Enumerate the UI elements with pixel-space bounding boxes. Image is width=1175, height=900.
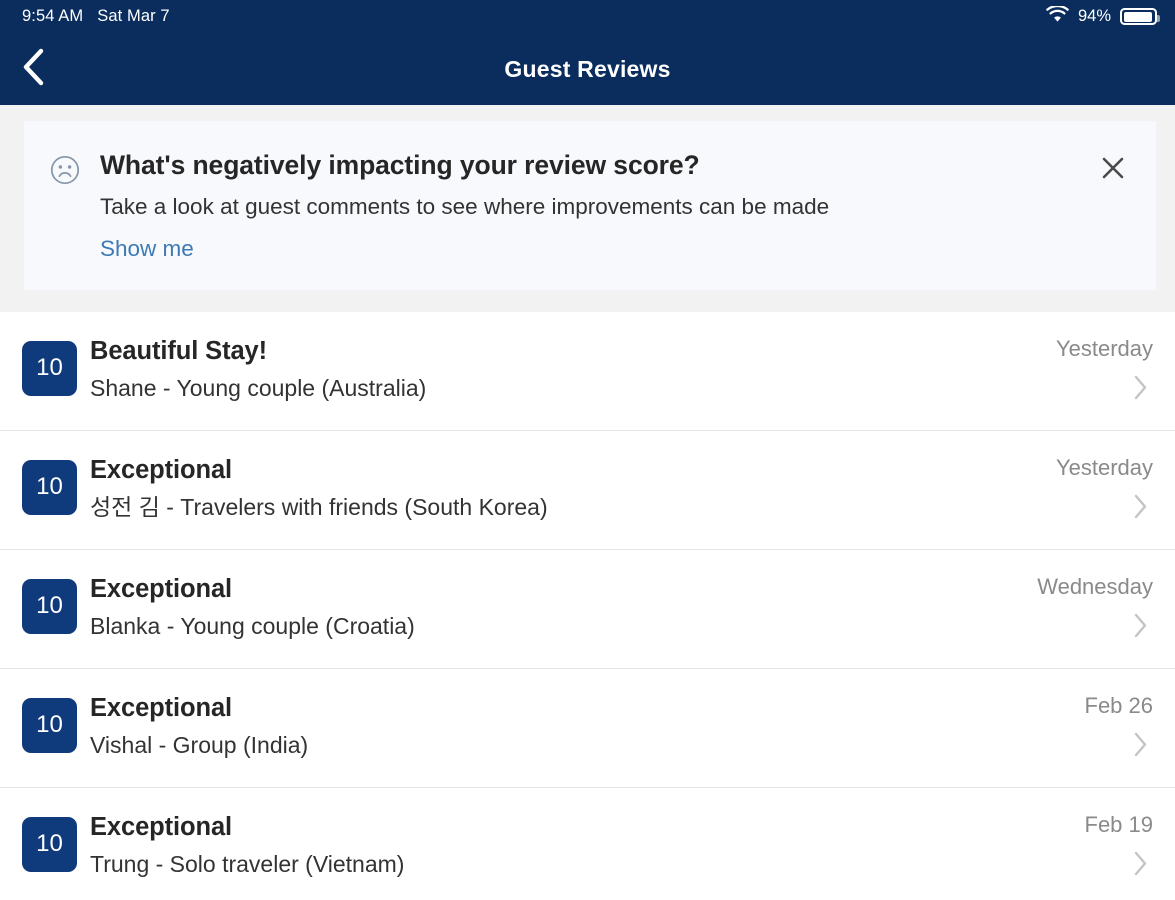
score-badge: 10 — [22, 816, 77, 872]
banner-description: Take a look at guest comments to see whe… — [100, 194, 830, 220]
review-subtitle: Blanka - Young couple (Croatia) — [90, 613, 415, 640]
wifi-icon — [1046, 4, 1069, 28]
show-me-link[interactable]: Show me — [100, 234, 194, 263]
review-date: Feb 26 — [1084, 692, 1154, 718]
chevron-right-icon[interactable] — [1133, 374, 1149, 406]
review-subtitle: 성전 김 - Travelers with friends (South Kor… — [90, 494, 548, 521]
close-icon — [1099, 154, 1127, 187]
status-bar-right: 94% — [1046, 4, 1160, 28]
nav-bar: Guest Reviews — [0, 33, 1175, 105]
back-button[interactable] — [20, 47, 64, 91]
review-title: Beautiful Stay! — [90, 336, 268, 365]
review-row[interactable]: 10 Exceptional Trung - Solo traveler (Vi… — [0, 787, 1175, 900]
review-main: Exceptional Vishal - Group (India) — [77, 690, 1071, 762]
chevron-right-icon[interactable] — [1133, 493, 1149, 525]
review-meta: Yesterday — [1056, 452, 1153, 525]
chevron-left-icon — [20, 47, 46, 92]
sad-face-icon — [50, 155, 80, 190]
review-date: Yesterday — [1055, 454, 1153, 480]
review-main: Exceptional 성전 김 - Travelers with friend… — [77, 452, 1042, 524]
review-row[interactable]: 10 Beautiful Stay! Shane - Young couple … — [0, 311, 1175, 431]
review-meta: Yesterday — [1056, 333, 1153, 406]
review-date: Feb 19 — [1084, 811, 1154, 837]
review-meta: Wednesday — [1037, 571, 1153, 644]
review-main: Exceptional Blanka - Young couple (Croat… — [77, 571, 1023, 643]
banner-wrapper: What's negatively impacting your review … — [0, 105, 1175, 290]
score-badge: 10 — [22, 697, 77, 753]
score-badge: 10 — [22, 340, 77, 396]
banner-body: What's negatively impacting your review … — [100, 149, 1084, 264]
review-row[interactable]: 10 Exceptional Blanka - Young couple (Cr… — [0, 549, 1175, 669]
review-title: Exceptional — [90, 812, 233, 841]
status-bar-left: 9:54 AM Sat Mar 7 — [22, 7, 170, 26]
battery-icon — [1120, 8, 1160, 25]
score-badge: 10 — [22, 578, 77, 634]
chevron-right-icon[interactable] — [1133, 731, 1149, 763]
status-bar: 9:54 AM Sat Mar 7 94% — [0, 0, 1175, 33]
battery-percent-label: 94% — [1077, 7, 1111, 25]
review-row[interactable]: 10 Exceptional Vishal - Group (India) Fe… — [0, 668, 1175, 788]
page-content: What's negatively impacting your review … — [0, 105, 1175, 900]
battery-fill — [1123, 11, 1152, 22]
chevron-right-icon[interactable] — [1133, 612, 1149, 644]
review-meta: Feb 26 — [1084, 690, 1154, 763]
chevron-right-icon[interactable] — [1133, 850, 1149, 882]
page-title: Guest Reviews — [504, 55, 671, 82]
review-meta: Feb 19 — [1084, 809, 1154, 882]
score-badge: 10 — [22, 459, 77, 515]
review-row[interactable]: 10 Exceptional 성전 김 - Travelers with fri… — [0, 430, 1175, 550]
review-score-banner: What's negatively impacting your review … — [24, 121, 1156, 290]
review-main: Beautiful Stay! Shane - Young couple (Au… — [77, 333, 1042, 405]
banner-close-button[interactable] — [1096, 153, 1130, 187]
review-title: Exceptional — [90, 455, 233, 484]
banner-title: What's negatively impacting your review … — [100, 150, 700, 180]
review-subtitle: Trung - Solo traveler (Vietnam) — [90, 851, 405, 878]
status-date: Sat Mar 7 — [97, 7, 170, 25]
reviews-list: 10 Beautiful Stay! Shane - Young couple … — [0, 311, 1175, 900]
review-date: Wednesday — [1037, 573, 1153, 599]
review-title: Exceptional — [90, 574, 233, 603]
review-title: Exceptional — [90, 693, 233, 722]
review-main: Exceptional Trung - Solo traveler (Vietn… — [77, 809, 1071, 881]
status-time: 9:54 AM — [22, 7, 84, 25]
review-date: Yesterday — [1055, 335, 1153, 361]
review-subtitle: Vishal - Group (India) — [90, 732, 309, 759]
review-subtitle: Shane - Young couple (Australia) — [90, 375, 427, 402]
